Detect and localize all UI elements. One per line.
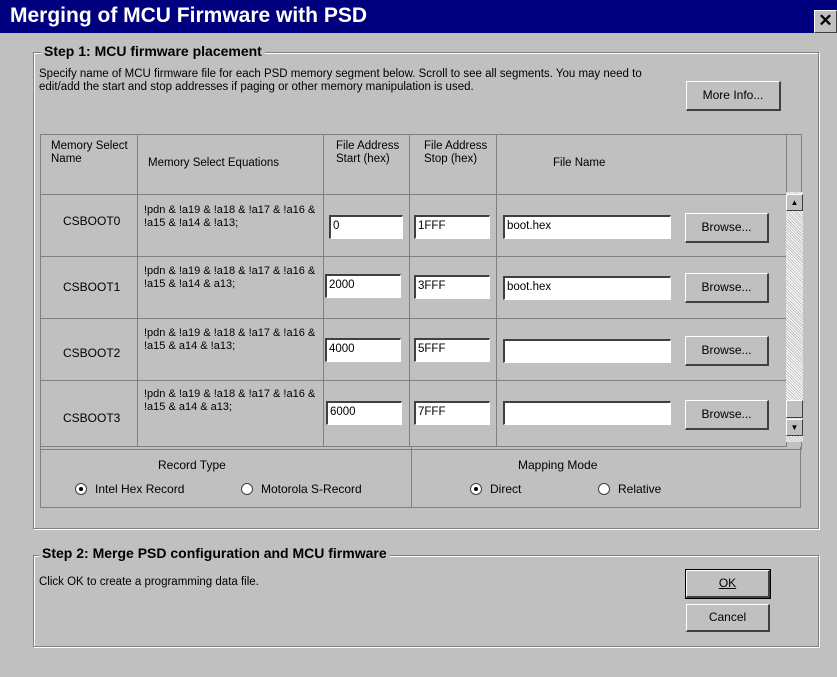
ok-button[interactable]: OK <box>685 569 771 599</box>
intel-hex-label[interactable]: Intel Hex Record <box>95 482 184 496</box>
memory-select-equation: !pdn & !a19 & !a18 & !a17 & !a16 & !a15 … <box>144 265 316 290</box>
title-bar: Merging of MCU Firmware with PSD <box>0 0 837 33</box>
stop-address-input[interactable]: 1FFF <box>414 215 490 239</box>
ok-button-label: OK <box>718 576 737 590</box>
start-address-input[interactable]: 4000 <box>325 338 401 362</box>
step2-legend: Step 2: Merge PSD configuration and MCU … <box>39 545 390 561</box>
start-address-input[interactable]: 0 <box>329 215 403 239</box>
stop-address-input[interactable]: 5FFF <box>414 338 490 362</box>
memory-select-equation: !pdn & !a19 & !a18 & !a17 & !a16 & !a15 … <box>144 204 316 229</box>
browse-button[interactable]: Browse... <box>685 400 769 430</box>
memory-select-name: CSBOOT0 <box>63 214 121 228</box>
memory-select-equation: !pdn & !a19 & !a18 & !a17 & !a16 & !a15 … <box>144 388 316 413</box>
stop-address-input[interactable]: 3FFF <box>414 275 490 299</box>
memory-select-equation: !pdn & !a19 & !a18 & !a17 & !a16 & !a15 … <box>144 327 316 352</box>
motorola-srecord-radio[interactable] <box>241 483 253 495</box>
step2-group <box>33 555 819 647</box>
memory-select-name: CSBOOT1 <box>63 280 121 294</box>
relative-radio[interactable] <box>598 483 610 495</box>
browse-button[interactable]: Browse... <box>685 213 769 243</box>
memory-segment-table: Memory Select Name Memory Select Equatio… <box>40 134 802 450</box>
stop-address-input[interactable]: 7FFF <box>414 401 490 425</box>
file-name-input[interactable] <box>503 339 671 363</box>
scroll-down-arrow-icon[interactable]: ▼ <box>786 419 803 436</box>
col-divider <box>409 195 410 447</box>
step1-legend: Step 1: MCU firmware placement <box>41 43 265 59</box>
step2-description: Click OK to create a programming data fi… <box>39 576 259 588</box>
intel-hex-radio[interactable] <box>75 483 87 495</box>
direct-label[interactable]: Direct <box>490 482 521 496</box>
header-select-name: Memory Select Name <box>41 135 138 195</box>
relative-label[interactable]: Relative <box>618 482 661 496</box>
cancel-button[interactable]: Cancel <box>686 604 770 632</box>
table-scrollbar[interactable]: ▲ ▼ <box>786 192 803 442</box>
motorola-srecord-label[interactable]: Motorola S-Record <box>261 482 362 496</box>
mapping-mode-label: Mapping Mode <box>518 458 598 472</box>
more-info-button[interactable]: More Info... <box>686 81 781 111</box>
record-type-label: Record Type <box>158 458 226 472</box>
header-file: File Name <box>497 135 787 195</box>
header-start-text: File Address Start (hex) <box>336 140 400 165</box>
scroll-up-arrow-icon[interactable]: ▲ <box>786 194 803 211</box>
memory-select-name: CSBOOT2 <box>63 346 121 360</box>
record-type-panel <box>40 447 412 508</box>
scroll-thumb[interactable] <box>786 400 803 418</box>
header-select-name-text: Memory Select Name <box>51 140 128 165</box>
step1-description: Specify name of MCU firmware file for ea… <box>39 68 642 93</box>
close-icon: ✕ <box>818 11 833 30</box>
start-address-input[interactable]: 6000 <box>326 401 402 425</box>
header-stop: File Address Stop (hex) <box>410 135 497 195</box>
header-equations-text: Memory Select Equations <box>148 157 280 169</box>
window-title: Merging of MCU Firmware with PSD <box>10 4 368 27</box>
cancel-button-label: Cancel <box>708 610 747 624</box>
start-address-input[interactable]: 2000 <box>325 274 401 298</box>
col-divider <box>137 195 138 447</box>
browse-button[interactable]: Browse... <box>685 273 769 303</box>
file-name-input[interactable]: boot.hex <box>503 215 671 239</box>
header-stop-text: File Address Stop (hex) <box>424 140 488 165</box>
header-equations: Memory Select Equations <box>138 135 324 195</box>
memory-select-name: CSBOOT3 <box>63 411 121 425</box>
browse-button[interactable]: Browse... <box>685 336 769 366</box>
col-divider <box>496 195 497 447</box>
file-name-input[interactable] <box>503 401 671 425</box>
direct-radio[interactable] <box>470 483 482 495</box>
header-start: File Address Start (hex) <box>324 135 410 195</box>
file-name-input[interactable]: boot.hex <box>503 276 671 300</box>
col-divider <box>323 195 324 447</box>
header-file-text: File Name <box>553 157 606 169</box>
mapping-mode-panel <box>410 447 801 508</box>
close-button[interactable]: ✕ <box>814 10 837 33</box>
